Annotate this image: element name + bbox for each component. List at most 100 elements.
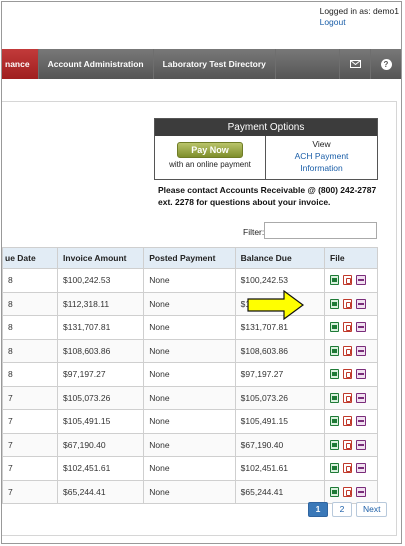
cell-due-date: 7 xyxy=(1,479,59,504)
pdf-download-icon[interactable] xyxy=(343,369,352,380)
ach-information-link[interactable]: Information xyxy=(266,162,377,174)
pdf-download-icon[interactable] xyxy=(343,298,352,309)
cell-due-date: 8 xyxy=(1,291,59,316)
csv-download-icon[interactable] xyxy=(356,439,366,450)
cell-invoice-amount: $131,707.81 xyxy=(57,315,145,340)
table-row: 8 $108,603.86 None $108,603.86 xyxy=(1,338,378,363)
nav-item-finance[interactable]: nance xyxy=(2,49,39,79)
cell-balance-due: $97,197.27 xyxy=(234,362,326,387)
pdf-download-icon[interactable] xyxy=(343,322,352,333)
table-row: 8 $97,197.27 None $97,197.27 xyxy=(1,362,378,387)
pay-now-section: Pay Now with an online payment xyxy=(155,136,266,179)
contact-notice: Please contact Accounts Receivable @ (80… xyxy=(158,185,377,207)
payment-options-box: Payment Options Pay Now with an online p… xyxy=(154,118,378,180)
csv-download-icon[interactable] xyxy=(356,369,366,380)
pdf-download-icon[interactable] xyxy=(343,392,352,403)
cell-file xyxy=(324,385,378,410)
page-1-button[interactable]: 1 xyxy=(308,502,328,517)
csv-download-icon[interactable] xyxy=(356,298,366,309)
pdf-download-icon[interactable] xyxy=(343,416,352,427)
pagination: 1 2 Next xyxy=(308,502,388,517)
cell-posted-payment: None xyxy=(143,315,236,340)
table-header-row: ue Date Invoice Amount Posted Payment Ba… xyxy=(1,247,378,269)
cell-balance-due: $105,073.26 xyxy=(234,385,326,410)
col-balance-due[interactable]: Balance Due xyxy=(234,247,326,269)
cell-due-date: 8 xyxy=(1,362,59,387)
cell-invoice-amount: $105,073.26 xyxy=(57,385,145,410)
filter-input[interactable] xyxy=(264,222,377,239)
excel-download-icon[interactable] xyxy=(330,298,339,309)
cell-invoice-amount: $105,491.15 xyxy=(57,409,145,434)
main-nav: nance Account Administration Laboratory … xyxy=(2,49,401,79)
excel-download-icon[interactable] xyxy=(330,369,339,380)
cell-due-date: 7 xyxy=(1,409,59,434)
cell-posted-payment: None xyxy=(143,479,236,504)
pay-now-subtext: with an online payment xyxy=(169,160,251,169)
cell-invoice-amount: $108,603.86 xyxy=(57,338,145,363)
cell-invoice-amount: $67,190.40 xyxy=(57,432,145,457)
csv-download-icon[interactable] xyxy=(356,392,366,403)
pdf-download-icon[interactable] xyxy=(343,439,352,450)
pdf-download-icon[interactable] xyxy=(343,345,352,356)
csv-download-icon[interactable] xyxy=(356,322,366,333)
nav-item-account-administration[interactable]: Account Administration xyxy=(39,49,154,79)
cell-posted-payment: None xyxy=(143,456,236,481)
ach-payment-link[interactable]: ACH Payment xyxy=(266,150,377,162)
mail-button[interactable] xyxy=(339,49,370,79)
table-row: 7 $67,190.40 None $67,190.40 xyxy=(1,432,378,457)
nav-item-laboratory-test-directory[interactable]: Laboratory Test Directory xyxy=(154,49,276,79)
mail-icon xyxy=(349,60,361,68)
help-button[interactable]: ? xyxy=(370,49,401,79)
pdf-download-icon[interactable] xyxy=(343,275,352,286)
table-row: 8 $100,242.53 None $100,242.53 xyxy=(1,268,378,293)
cell-balance-due: $67,190.40 xyxy=(234,432,326,457)
cell-invoice-amount: $102,451.61 xyxy=(57,456,145,481)
cell-file xyxy=(324,338,378,363)
cell-posted-payment: None xyxy=(143,338,236,363)
table-row: 7 $102,451.61 None $102,451.61 xyxy=(1,456,378,481)
csv-download-icon[interactable] xyxy=(356,416,366,427)
cell-posted-payment: None xyxy=(143,362,236,387)
csv-download-icon[interactable] xyxy=(356,275,366,286)
cell-posted-payment: None xyxy=(143,432,236,457)
cell-file xyxy=(324,268,378,293)
pdf-download-icon[interactable] xyxy=(343,486,352,497)
cell-due-date: 8 xyxy=(1,338,59,363)
pay-now-button[interactable]: Pay Now xyxy=(177,142,243,158)
logout-link[interactable]: Logout xyxy=(320,17,399,28)
cell-balance-due: $105,491.15 xyxy=(234,409,326,434)
excel-download-icon[interactable] xyxy=(330,275,339,286)
cell-due-date: 7 xyxy=(1,456,59,481)
pdf-download-icon[interactable] xyxy=(343,463,352,474)
page-2-button[interactable]: 2 xyxy=(332,502,352,517)
invoice-table: ue Date Invoice Amount Posted Payment Ba… xyxy=(1,247,378,504)
table-row: 8 $131,707.81 None $131,707.81 xyxy=(1,315,378,340)
cell-invoice-amount: $112,318.11 xyxy=(57,291,145,316)
payment-options-title: Payment Options xyxy=(155,119,377,136)
excel-download-icon[interactable] xyxy=(330,486,339,497)
col-due-date[interactable]: ue Date xyxy=(1,247,59,269)
csv-download-icon[interactable] xyxy=(356,486,366,497)
excel-download-icon[interactable] xyxy=(330,322,339,333)
table-row: 7 $105,073.26 None $105,073.26 xyxy=(1,385,378,410)
excel-download-icon[interactable] xyxy=(330,463,339,474)
cell-due-date: 8 xyxy=(1,315,59,340)
excel-download-icon[interactable] xyxy=(330,392,339,403)
csv-download-icon[interactable] xyxy=(356,463,366,474)
help-icon: ? xyxy=(380,58,392,70)
excel-download-icon[interactable] xyxy=(330,416,339,427)
cell-file xyxy=(324,432,378,457)
excel-download-icon[interactable] xyxy=(330,345,339,356)
cell-file xyxy=(324,362,378,387)
col-invoice-amount[interactable]: Invoice Amount xyxy=(57,247,145,269)
csv-download-icon[interactable] xyxy=(356,345,366,356)
login-info: Logged in as: demo1 Logout xyxy=(320,6,399,28)
cell-file xyxy=(324,409,378,434)
excel-download-icon[interactable] xyxy=(330,439,339,450)
cell-balance-due: $102,451.61 xyxy=(234,456,326,481)
table-row: 7 $65,244.41 None $65,244.41 xyxy=(1,479,378,504)
col-posted-payment[interactable]: Posted Payment xyxy=(143,247,236,269)
cell-balance-due: $108,603.86 xyxy=(234,338,326,363)
next-page-button[interactable]: Next xyxy=(356,502,388,517)
